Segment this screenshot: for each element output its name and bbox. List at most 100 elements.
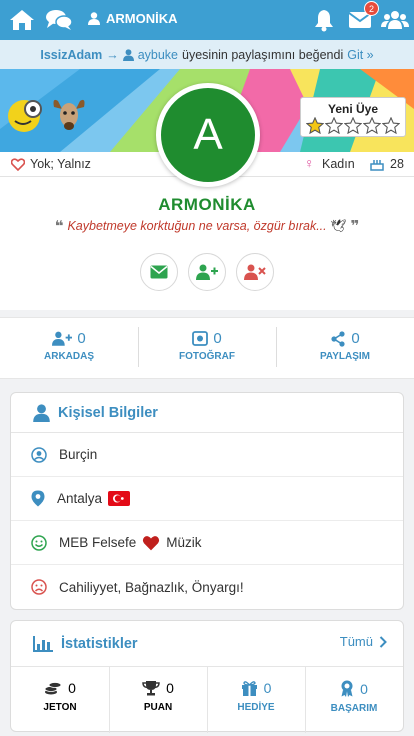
dislikes-text: Cahiliyyet, Bağnazlık, Önyargı! <box>59 579 244 595</box>
coins-icon <box>44 682 62 695</box>
dove-icon: 🕊 <box>330 218 347 233</box>
likes-text-1: MEB Felsefe <box>59 535 137 550</box>
new-member-box: Yeni Üye <box>300 97 406 137</box>
goat-sticker-icon <box>53 99 85 130</box>
users-icon[interactable] <box>381 8 409 32</box>
top-navbar: ARMONİKA 2 <box>0 0 414 40</box>
notice-text: üyesinin paylaşımını beğendi <box>182 47 344 62</box>
personal-info-card: Kişisel Bilgiler Burçin Antalya MEB Fels… <box>10 392 404 610</box>
gifts-label: HEDİYE <box>237 702 275 713</box>
user-icon <box>33 403 50 422</box>
info-row-dislikes: Cahiliyyet, Bağnazlık, Önyargı! <box>11 565 403 609</box>
age-text: 28 <box>390 157 404 171</box>
avatar-letter: A <box>193 110 223 159</box>
home-icon[interactable] <box>9 8 35 32</box>
map-marker-icon <box>31 490 45 507</box>
user-plus-icon <box>52 331 73 346</box>
turkey-flag-icon <box>108 491 131 506</box>
star-filled-icon <box>306 117 324 134</box>
send-message-button[interactable] <box>140 253 178 291</box>
block-user-button[interactable] <box>236 253 274 291</box>
statistics-title: İstatistikler <box>61 635 138 652</box>
profile-section: ARMONİKA ❝ Kaybetmeye korktuğun ne varsa… <box>0 177 414 310</box>
shares-count: 0 <box>351 330 360 347</box>
page-title-text: ARMONİKA <box>106 11 178 26</box>
city-text: Antalya <box>57 491 103 506</box>
likes-text-2: Müzik <box>166 535 202 550</box>
frown-icon <box>31 579 47 595</box>
user-icon <box>88 12 100 25</box>
info-row-likes: MEB Felsefe Müzik <box>11 521 403 565</box>
quote-close-icon: ❞ <box>350 218 360 235</box>
friends-label: ARKADAŞ <box>44 351 94 362</box>
female-icon: ♀ <box>304 155 315 171</box>
heart-outline-icon <box>11 158 25 171</box>
star-empty-icon <box>344 117 362 134</box>
chevron-right-icon <box>379 635 387 648</box>
tokens-label: JETON <box>43 702 77 713</box>
photos-counter[interactable]: 0 FOTOĞRAF <box>138 318 276 378</box>
award-icon <box>341 680 353 697</box>
relationship-status: Yok; Yalnız <box>30 157 91 171</box>
achievements-label: BAŞARIM <box>330 703 378 714</box>
emoji-sticker-icon <box>8 100 42 132</box>
statistics-card: İstatistikler Tümü 0 JETON 0 PUAN 0 HEDİ… <box>10 620 404 733</box>
notice-arrow: → <box>106 47 119 62</box>
birthday-cake-icon <box>370 160 384 171</box>
heart-icon <box>143 535 160 550</box>
notice-user-link[interactable]: IssizAdam <box>40 48 102 62</box>
shares-label: PAYLAŞIM <box>319 351 370 362</box>
notice-go-link[interactable]: Git » <box>347 48 373 62</box>
personal-info-title: Kişisel Bilgiler <box>58 404 158 421</box>
friends-counter[interactable]: 0 ARKADAŞ <box>0 318 138 378</box>
gifts-value: 0 <box>263 680 272 696</box>
gender-text: Kadın <box>322 157 355 171</box>
achievements-stat[interactable]: 0 BAŞARIM <box>305 667 403 733</box>
gift-icon <box>241 681 257 696</box>
photos-count: 0 <box>213 330 222 347</box>
star-empty-icon <box>382 117 400 134</box>
info-row-zodiac: Burçin <box>11 433 403 477</box>
share-icon <box>331 330 345 347</box>
gifts-stat[interactable]: 0 HEDİYE <box>207 667 305 733</box>
achievements-value: 0 <box>360 680 368 697</box>
quote-text: Kaybetmeye korktuğun ne varsa, özgür bır… <box>67 219 327 233</box>
zodiac-text: Burçin <box>59 447 98 462</box>
user-plus-icon <box>196 264 218 280</box>
envelope-icon <box>150 265 168 279</box>
user-times-icon <box>244 264 266 280</box>
add-friend-button[interactable] <box>188 253 226 291</box>
photo-icon <box>192 331 209 346</box>
star-empty-icon <box>325 117 343 134</box>
message-count-badge: 2 <box>364 1 379 16</box>
activity-notice: IssizAdam → aybuke üyesinin paylaşımını … <box>0 40 414 69</box>
shares-counter[interactable]: 0 PAYLAŞIM <box>276 318 414 378</box>
new-member-label: Yeni Üye <box>327 102 379 116</box>
trophy-icon <box>142 681 160 696</box>
user-circle-icon <box>31 446 47 463</box>
rating-stars <box>301 117 405 134</box>
friends-count: 0 <box>77 330 86 347</box>
user-icon <box>122 48 134 61</box>
profile-quote: ❝ Kaybetmeye korktuğun ne varsa, özgür b… <box>0 217 414 235</box>
points-value: 0 <box>166 680 174 696</box>
avatar[interactable]: A <box>156 83 260 187</box>
tokens-value: 0 <box>68 680 76 696</box>
star-empty-icon <box>363 117 381 134</box>
points-stat[interactable]: 0 PUAN <box>109 667 207 733</box>
tokens-stat[interactable]: 0 JETON <box>11 667 109 733</box>
bell-icon[interactable] <box>314 8 334 32</box>
profile-counters: 0 ARKADAŞ 0 FOTOĞRAF 0 PAYLAŞIM <box>0 317 414 379</box>
quote-open-icon: ❝ <box>54 218 64 235</box>
statistics-more-label: Tümü <box>339 634 373 649</box>
page-title: ARMONİKA <box>88 11 178 26</box>
statistics-more-link[interactable]: Tümü <box>340 634 387 649</box>
notice-target-user[interactable]: aybuke <box>138 48 178 62</box>
points-label: PUAN <box>143 702 173 713</box>
chat-icon[interactable] <box>45 8 73 32</box>
smile-icon <box>31 534 47 551</box>
bar-chart-icon <box>33 635 53 652</box>
photos-label: FOTOĞRAF <box>179 351 235 362</box>
statistics-counters: 0 JETON 0 PUAN 0 HEDİYE 0 BAŞARIM <box>11 667 403 733</box>
info-row-city: Antalya <box>11 477 403 521</box>
